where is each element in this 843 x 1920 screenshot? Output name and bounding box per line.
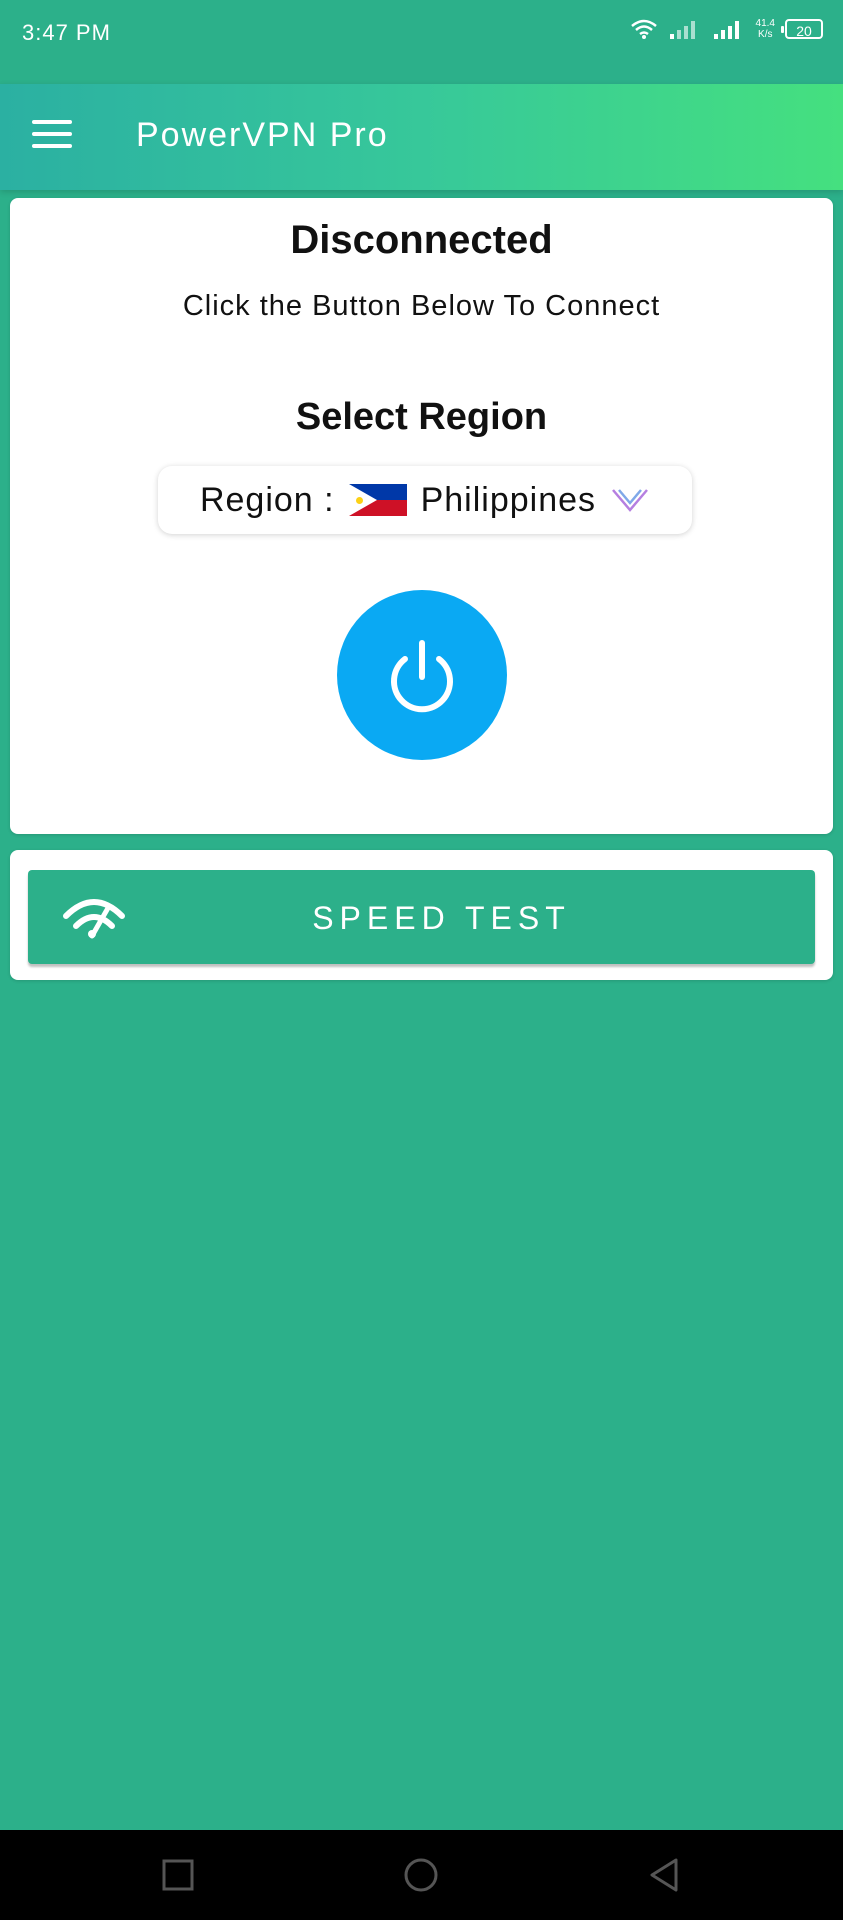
power-icon (391, 640, 453, 713)
speed-test-button[interactable]: SPEED TEST (28, 870, 815, 964)
status-time: 3:47 PM (22, 20, 111, 45)
region-label: Region : (199, 480, 335, 519)
recents-square-icon[interactable] (158, 1855, 198, 1895)
wifi-icon (630, 19, 657, 39)
network-speed: 41.4 K/s (756, 18, 775, 40)
system-nav-bar (0, 1830, 843, 1920)
network-speed-unit: K/s (758, 29, 773, 40)
signal-icon-2 (713, 21, 739, 39)
home-circle-icon[interactable] (401, 1855, 441, 1895)
connection-hint: Click the Button Below To Connect (182, 290, 661, 322)
connection-status: Disconnected (290, 218, 553, 262)
region-selected-value: Philippines (420, 480, 597, 519)
status-icons: 41.4 K/s 20 (630, 18, 823, 40)
signal-icon (669, 21, 695, 39)
app-title: PowerVPN Pro (136, 116, 389, 154)
battery-icon: 20 (781, 19, 823, 39)
connection-card: Disconnected Click the Button Below To C… (10, 198, 833, 834)
app-bar: PowerVPN Pro (0, 84, 843, 190)
connect-power-button[interactable] (337, 590, 507, 760)
region-heading: Select Region (295, 396, 548, 438)
philippines-flag-icon (348, 484, 407, 516)
network-speed-value: 41.4 (755, 18, 775, 29)
speed-test-label: SPEED TEST (312, 900, 571, 936)
chevron-down-icon (612, 489, 648, 512)
status-bar: 3:47 PM 41.4 K/s 20 (0, 0, 843, 84)
hamburger-menu-icon[interactable] (32, 120, 72, 152)
region-selector[interactable]: Region : Philippines (158, 466, 692, 534)
speed-test-card: SPEED TEST (10, 850, 833, 980)
back-triangle-icon[interactable] (644, 1855, 684, 1895)
